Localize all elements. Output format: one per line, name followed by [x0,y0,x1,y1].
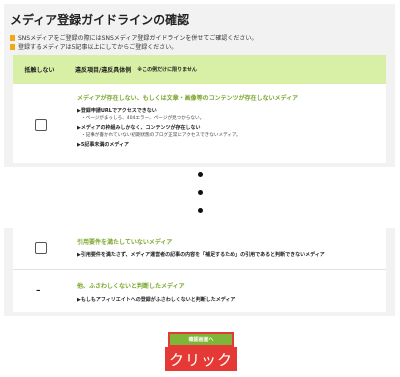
table-header: 抵触しない 違反項目/違反具体例 ※この例だけに限りません [13,55,386,84]
note-sns-text: SNSメディアをご登録の際にはSNSメディア登録ガイドラインを併せてご確認くださ… [18,35,258,42]
row-3-category: 他、ふさわしくないと判断したメディア [77,283,185,290]
row-3-mark: – [36,286,41,296]
notice-icon [10,43,15,50]
guideline-table-continued: 引用要件を満たしていないメディア ▶引用要件を満たさず、メディア運営者の記事の内… [13,228,386,312]
dot [198,208,203,213]
row-1-checkbox[interactable] [35,119,47,131]
row-1-item: ▶登録申請URLでアクセスできない [77,108,157,114]
row-2-item: ▶引用要件を満たさず、メディア運営者の記事の内容を「補足するため」の引用であると… [77,252,325,258]
column-header-violations-label: 違反項目/違反具体例 [75,67,132,74]
row-1-sub: ・ページがまっしろ、404エラー、ページが見つからない。 [81,116,205,121]
row-1-item: ▶メディアの枠組みしかなく、コンテンツが存在しない [77,125,201,131]
confirm-screen-button[interactable]: 確認画面へ [168,332,234,347]
guideline-table: 抵触しない 違反項目/違反具体例 ※この例だけに限りません メディアが存在しない… [13,55,386,163]
click-callout: クリック [165,347,237,371]
row-3-item: ▶もしもアフィリエイトへの登録がふさわしくないと判断したメディア [77,297,236,303]
row-1-category: メディアが存在しない、もしくは文章・画像等のコンテンツが存在しないメディア [77,95,299,102]
row-1-sub: ・記事が書かれていない初期状態のブログ正常にアクセスできないメディア。 [81,133,241,138]
column-header-violations: 違反項目/違反具体例 ※この例だけに限りません [75,55,197,84]
row-2-category: 引用要件を満たしていないメディア [77,239,173,246]
table-row: 引用要件を満たしていないメディア ▶引用要件を満たさず、メディア運営者の記事の内… [13,228,386,269]
column-header-note: ※この例だけに限りません [137,67,197,73]
note-articles-text: 登録するメディアは5記事以上にしてからご登録ください。 [18,44,178,51]
column-header-ok: 抵触しない [24,67,55,74]
row-2-checkbox[interactable] [35,242,47,254]
page-title: メディア登録ガイドラインの確認 [10,13,190,27]
table-row: – 他、ふさわしくないと判断したメディア ▶もしもアフィリエイトへの登録がふさわ… [13,269,386,313]
row-1-item: ▶5記事未満のメディア [77,142,129,148]
notice-icon [10,34,15,41]
dot [198,190,203,195]
table-row: メディアが存在しない、もしくは文章・画像等のコンテンツが存在しないメディア ▶登… [13,84,386,163]
note-articles: 登録するメディアは5記事以上にしてからご登録ください。 [10,42,177,51]
dot [198,172,203,177]
note-sns: SNSメディアをご登録の際にはSNSメディア登録ガイドラインを併せてご確認くださ… [10,33,257,42]
